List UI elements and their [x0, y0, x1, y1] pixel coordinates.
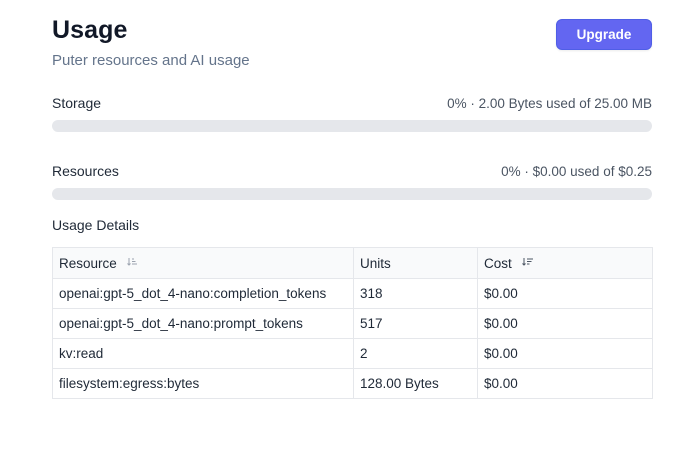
table-row: kv:read 2 $0.00 [52, 338, 653, 369]
page-subtitle: Puter resources and AI usage [52, 52, 250, 69]
resource-cell: kv:read [52, 338, 354, 369]
usage-page: Usage Puter resources and AI usage Upgra… [52, 14, 653, 399]
usage-details-title: Usage Details [52, 217, 140, 233]
usage-details-table: Resource Units Cost openai:gpt-5_dot_4-n… [52, 247, 653, 399]
resources-meter: Resources 0% · $0.00 used of $0.25 [52, 162, 652, 200]
resources-label: Resources [52, 163, 119, 179]
cost-column-label: Cost [484, 255, 512, 271]
resources-progress-bar [52, 188, 652, 200]
upgrade-button[interactable]: Upgrade [556, 19, 652, 50]
page-header: Usage Puter resources and AI usage Upgra… [52, 14, 652, 72]
storage-meter-header: Storage 0% · 2.00 Bytes used of 25.00 MB [52, 94, 652, 113]
units-column-label: Units [360, 255, 391, 271]
storage-progress-bar [52, 120, 652, 132]
cost-cell: $0.00 [477, 278, 653, 309]
storage-label: Storage [52, 95, 102, 111]
sort-descending-icon[interactable] [521, 257, 534, 270]
sort-ascending-icon[interactable] [126, 257, 138, 270]
resource-column-label: Resource [59, 255, 117, 271]
resource-cell: openai:gpt-5_dot_4-nano:completion_token… [52, 278, 354, 309]
page-title: Usage [52, 16, 128, 44]
table-row: openai:gpt-5_dot_4-nano:completion_token… [52, 278, 653, 309]
table-row: openai:gpt-5_dot_4-nano:prompt_tokens 51… [52, 308, 653, 339]
table-header-row: Resource Units Cost [52, 247, 653, 279]
cost-cell: $0.00 [477, 308, 653, 339]
units-column-header[interactable]: Units [353, 247, 478, 279]
table-row: filesystem:egress:bytes 128.00 Bytes $0.… [52, 368, 653, 399]
resources-summary: 0% · $0.00 used of $0.25 [501, 164, 652, 179]
cost-column-header[interactable]: Cost [477, 247, 653, 279]
units-cell: 517 [353, 308, 478, 339]
storage-meter: Storage 0% · 2.00 Bytes used of 25.00 MB [52, 94, 652, 132]
resource-cell: openai:gpt-5_dot_4-nano:prompt_tokens [52, 308, 354, 339]
cost-cell: $0.00 [477, 368, 653, 399]
resource-column-header[interactable]: Resource [52, 247, 354, 279]
title-block: Usage Puter resources and AI usage [52, 14, 250, 70]
cost-cell: $0.00 [477, 338, 653, 369]
units-cell: 2 [353, 338, 478, 369]
storage-summary: 0% · 2.00 Bytes used of 25.00 MB [447, 96, 652, 111]
resource-cell: filesystem:egress:bytes [52, 368, 354, 399]
units-cell: 318 [353, 278, 478, 309]
resources-meter-header: Resources 0% · $0.00 used of $0.25 [52, 162, 652, 181]
units-cell: 128.00 Bytes [353, 368, 478, 399]
